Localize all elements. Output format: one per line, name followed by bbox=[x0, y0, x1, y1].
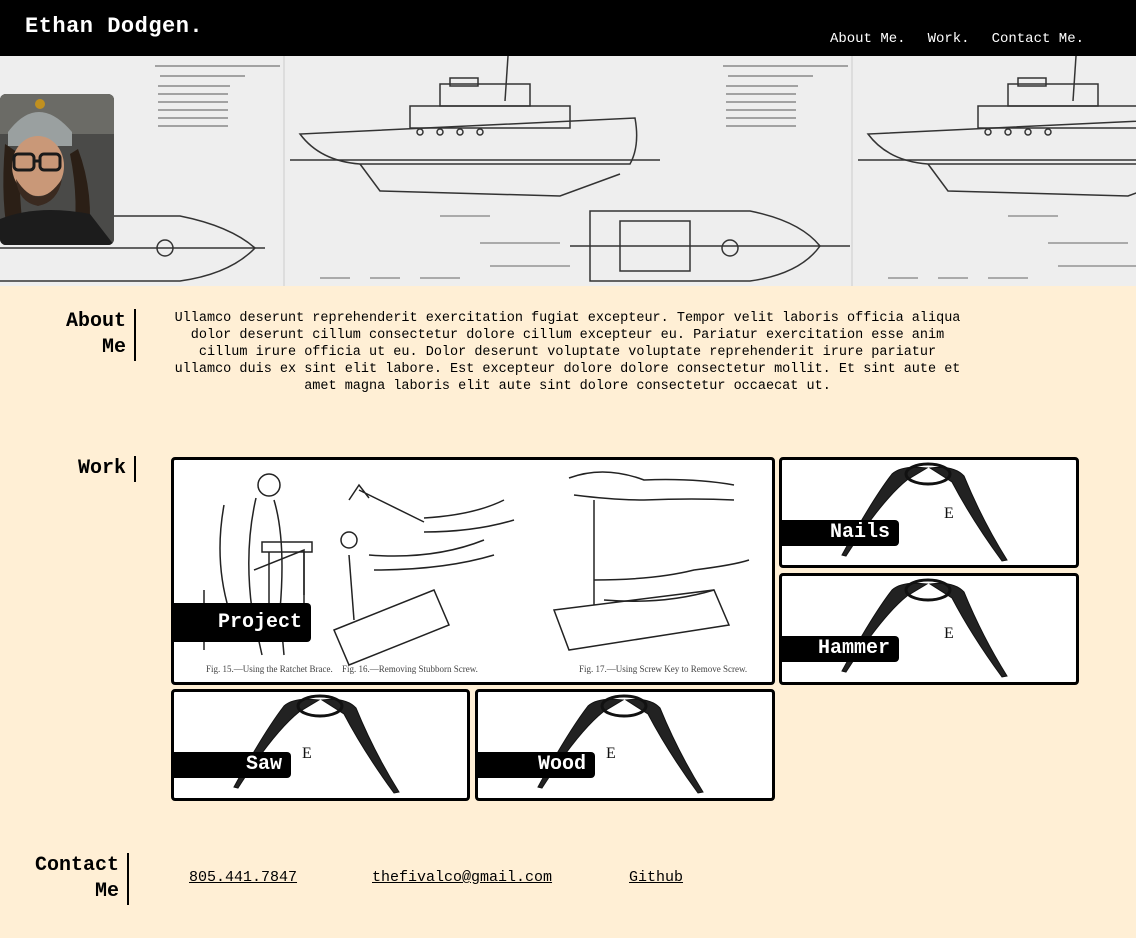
card-label-nails[interactable]: Nails bbox=[782, 520, 899, 546]
avatar bbox=[0, 94, 114, 245]
compass-illustration-image: E bbox=[841, 578, 1008, 678]
work-card-saw[interactable]: E Saw bbox=[171, 689, 470, 801]
contact-heading: Contact Me bbox=[0, 853, 129, 905]
compass-letter: E bbox=[944, 505, 954, 522]
about-heading: About Me bbox=[40, 309, 136, 361]
tools-illustration-image: Fig. 15.—Using the Ratchet Brace. Fig. 1… bbox=[203, 471, 750, 674]
work-heading: Work bbox=[40, 456, 136, 482]
work-card-wood[interactable]: E Wood bbox=[475, 689, 775, 801]
compass-letter: E bbox=[944, 625, 954, 642]
email-link[interactable]: thefivalco@gmail.com bbox=[372, 869, 552, 886]
card-label-wood[interactable]: Wood bbox=[478, 752, 595, 778]
compass-letter: E bbox=[606, 745, 616, 762]
caption-fig-17: Fig. 17.—Using Screw Key to Remove Screw… bbox=[579, 664, 747, 674]
nav-work[interactable]: Work. bbox=[928, 31, 970, 47]
boat-blueprint-image bbox=[0, 56, 1136, 286]
compass-illustration-image: E bbox=[233, 694, 400, 794]
caption-fig-16: Fig. 16.—Removing Stubborn Screw. bbox=[342, 664, 478, 674]
card-label-hammer[interactable]: Hammer bbox=[782, 636, 899, 662]
profile-photo bbox=[0, 94, 114, 245]
card-label-saw[interactable]: Saw bbox=[174, 752, 291, 778]
site-header: Ethan Dodgen. About Me. Work. Contact Me… bbox=[0, 0, 1136, 56]
brand-title[interactable]: Ethan Dodgen. bbox=[25, 14, 203, 39]
main-nav: About Me. Work. Contact Me. bbox=[830, 31, 1084, 47]
caption-fig-15: Fig. 15.—Using the Ratchet Brace. bbox=[206, 664, 333, 674]
compass-illustration-image: E bbox=[537, 694, 704, 794]
boat-blueprint-banner bbox=[0, 56, 1136, 286]
nav-contact[interactable]: Contact Me. bbox=[992, 31, 1084, 47]
nav-about[interactable]: About Me. bbox=[830, 31, 906, 47]
work-card-hammer[interactable]: E Hammer bbox=[779, 573, 1079, 685]
about-paragraph: Ullamco deserunt reprehenderit exercitat… bbox=[174, 311, 961, 394]
github-link[interactable]: Github bbox=[629, 869, 683, 886]
card-label-project[interactable]: Project bbox=[174, 603, 311, 642]
work-card-nails[interactable]: E Nails bbox=[779, 457, 1079, 568]
compass-illustration-image: E bbox=[841, 462, 1008, 562]
compass-letter: E bbox=[302, 745, 312, 762]
work-card-project[interactable]: Fig. 15.—Using the Ratchet Brace. Fig. 1… bbox=[171, 457, 775, 685]
phone-link[interactable]: 805.441.7847 bbox=[189, 869, 297, 886]
